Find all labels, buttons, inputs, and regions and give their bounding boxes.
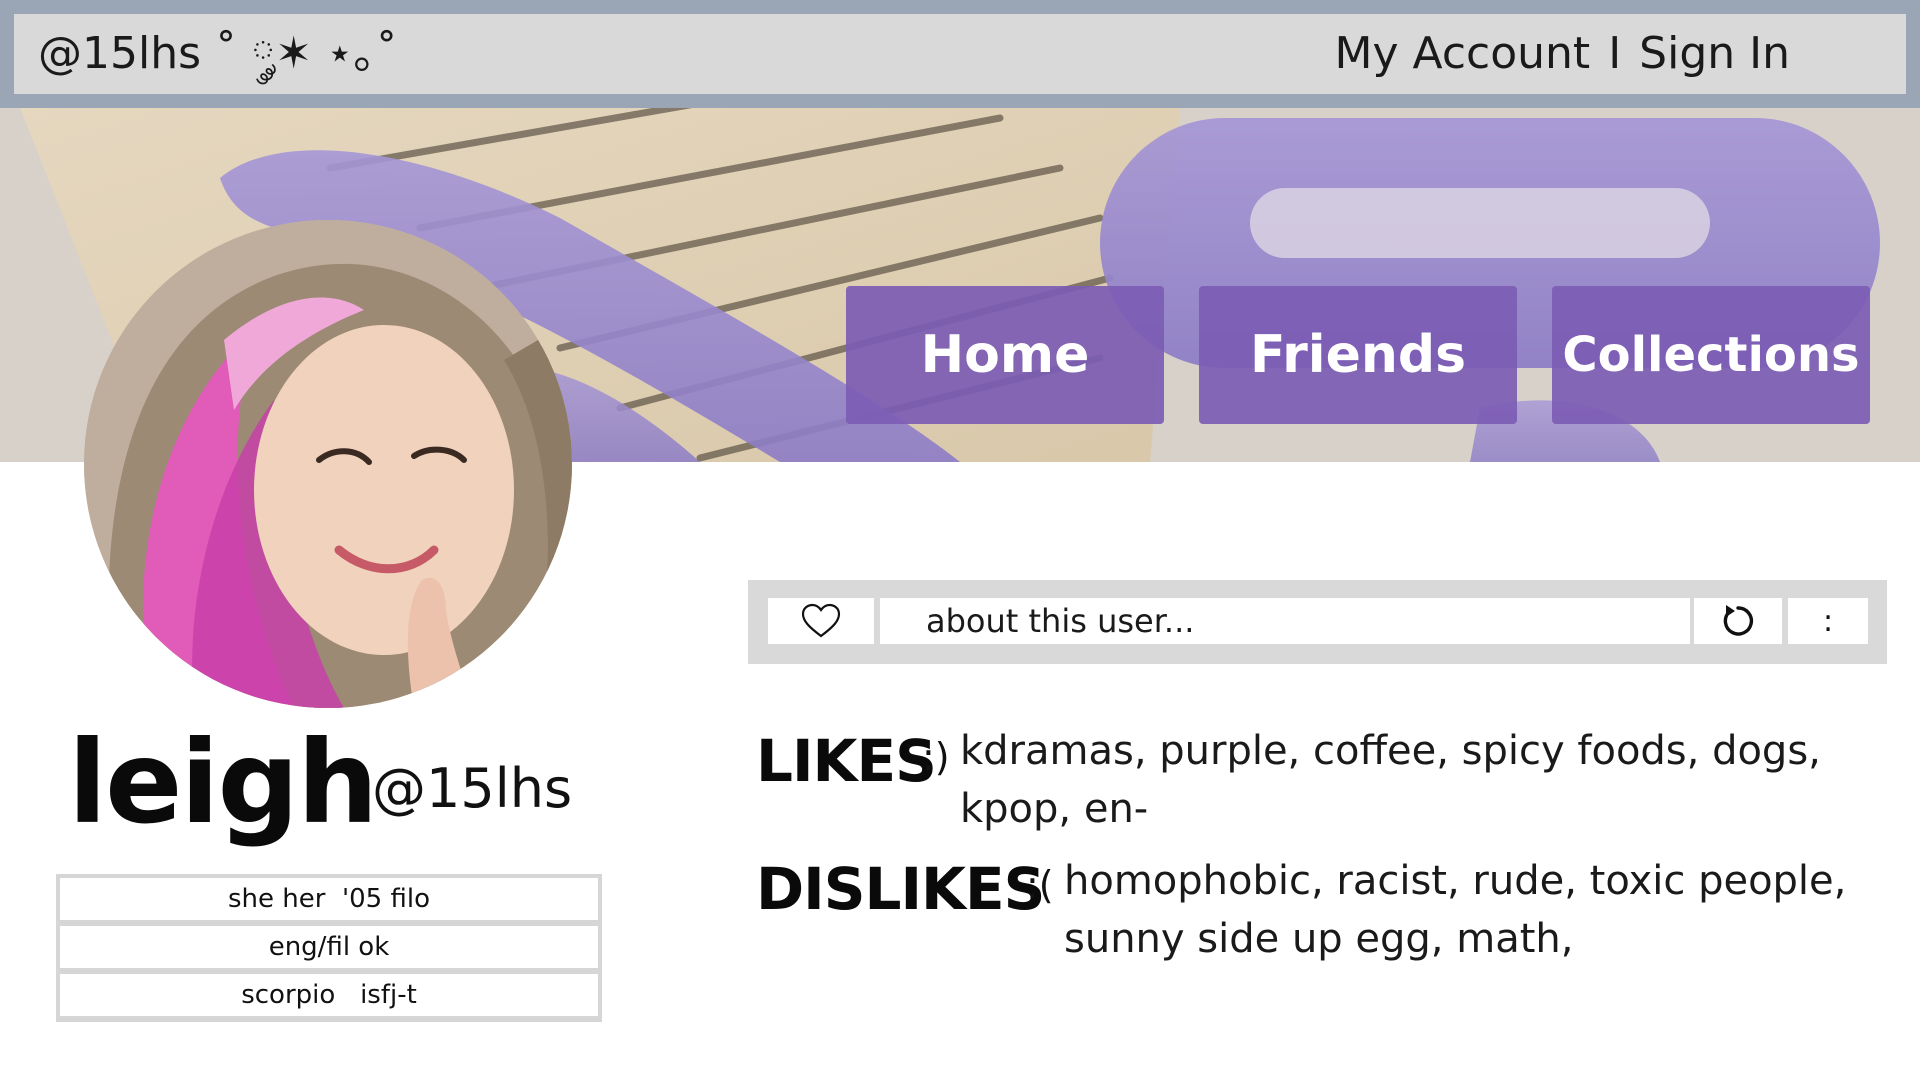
sign-in-link[interactable]: Sign In <box>1639 28 1790 79</box>
nav-home-button[interactable]: Home <box>846 286 1164 424</box>
top-bar: @15lhs ˚ ༘✶ ⋆｡˚ My Account I Sign In <box>14 14 1906 94</box>
my-account-link[interactable]: My Account <box>1335 28 1591 79</box>
about-toolbar: about this user... : <box>748 580 1887 664</box>
info-row-pronouns: she her '05 filo <box>60 878 598 920</box>
likes-emote: :) <box>922 735 950 779</box>
top-bar-frame: @15lhs ˚ ༘✶ ⋆｡˚ My Account I Sign In <box>0 0 1920 108</box>
profile-info-list: she her '05 filo eng/fil ok scorpio isfj… <box>56 874 602 1022</box>
info-row-zodiac: scorpio isfj-t <box>60 974 598 1016</box>
display-name: leigh <box>68 716 378 849</box>
site-handle[interactable]: @15lhs ˚ ༘✶ ⋆｡˚ <box>38 14 398 94</box>
refresh-button[interactable] <box>1694 598 1782 644</box>
info-row-languages: eng/fil ok <box>60 926 598 968</box>
link-separator: I <box>1608 28 1622 79</box>
profile-handle: @15lhs <box>372 757 573 820</box>
dislikes-emote: :( <box>1026 863 1054 907</box>
heart-icon <box>801 603 841 638</box>
nav-collections-button[interactable]: Collections <box>1552 286 1870 424</box>
about-user-field[interactable]: about this user... <box>880 598 1690 644</box>
top-links: My Account I Sign In <box>1335 14 1790 94</box>
more-options-button[interactable]: : <box>1788 598 1868 644</box>
avatar-image <box>84 220 572 708</box>
avatar[interactable] <box>84 220 572 708</box>
likes-label: LIKES <box>756 727 937 795</box>
like-button[interactable] <box>768 598 874 644</box>
nav-friends-button[interactable]: Friends <box>1199 286 1517 424</box>
dislikes-text: homophobic, racist, rude, toxic people, … <box>1064 858 1847 962</box>
refresh-icon <box>1723 605 1754 636</box>
likes-text: kdramas, purple, coffee, spicy foods, do… <box>960 728 1821 832</box>
dislikes-label: DISLIKES <box>756 855 1045 923</box>
